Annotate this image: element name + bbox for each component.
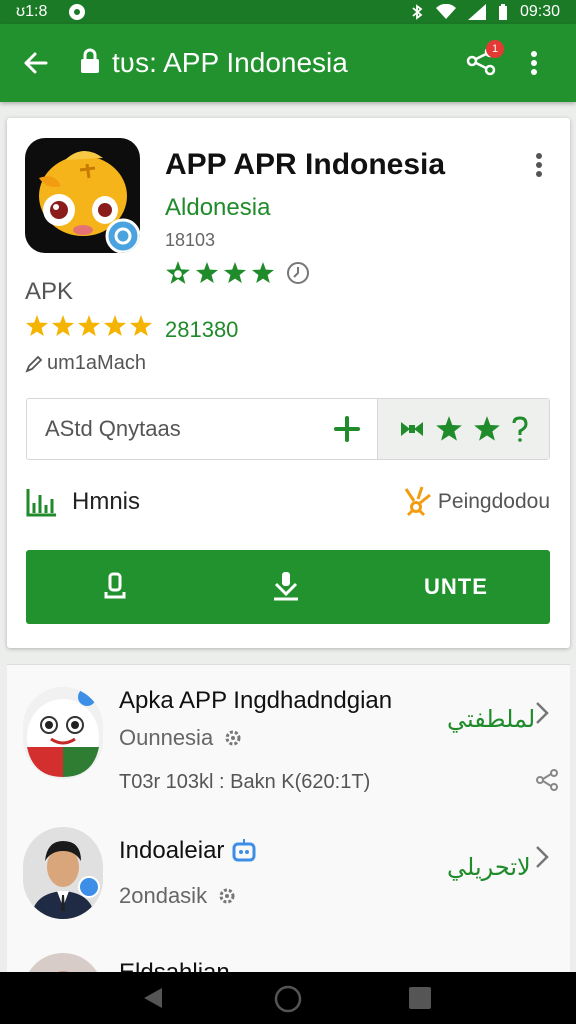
more-vert-icon [531, 51, 537, 75]
green-rating-stars [165, 260, 311, 286]
nav-back-icon[interactable] [142, 986, 164, 1010]
download-icon [274, 572, 298, 601]
nav-home-icon[interactable] [274, 985, 302, 1013]
share-outline-icon [536, 769, 558, 791]
system-nav-bar [0, 972, 576, 1024]
mascot-avatar-icon [23, 687, 103, 779]
app-icon [25, 138, 140, 253]
app-mascot-icon [39, 150, 140, 253]
install-button[interactable]: UNTE [26, 550, 550, 624]
list-item-arabic-label: لاتحريلي [447, 853, 531, 881]
list-item-title: Apka APP Ingdhadndgian [119, 687, 393, 714]
list-item-avatar [23, 687, 103, 779]
phone-download-icon [104, 572, 126, 599]
star-icon [26, 315, 48, 336]
star-icon [252, 262, 274, 283]
app-bar-title: tʋs: APP Indonesia [112, 47, 348, 78]
app-bar: tʋs: APP Indonesia 1 [0, 24, 576, 102]
meta-right-label: Peingdodou [437, 490, 550, 513]
gear-star-icon [166, 261, 190, 284]
related-apps-list: Apka APP Ingdhadndgian Ounnesia T03r 103… [7, 664, 570, 975]
star-icon [473, 416, 500, 441]
gear-icon [219, 888, 235, 904]
star-icon [52, 315, 74, 336]
app-detail-card: APP APR Indonesia Aldonesia 18103 APK 28… [7, 118, 570, 648]
list-item-title-row: Indoaleiar [119, 837, 258, 865]
bar-chart-icon [26, 489, 56, 517]
install-button-label: UNTE [424, 574, 488, 599]
list-item-subtitle-row: 2ondasik [119, 883, 237, 909]
status-time-right: 09:30 [519, 3, 560, 20]
clock-icon [287, 262, 309, 284]
star-icon [435, 416, 462, 441]
list-item-subtitle: 2ondasik [119, 883, 208, 908]
developer-name[interactable]: Aldonesia [165, 194, 270, 222]
list-item-subtitle: Ounnesia [119, 725, 214, 750]
list-item-meta: T03r 103kl : Bakn K(620:1T) [119, 771, 371, 793]
question-icon [512, 416, 528, 442]
action-left-label: AStd Qnytaas [45, 416, 181, 441]
apk-label: APK [25, 278, 74, 305]
action-row: AStd Qnytaas [26, 398, 550, 460]
list-item-avatar [23, 827, 103, 919]
developer-link[interactable]: Peingdodou [400, 485, 550, 519]
card-overflow-button[interactable] [535, 152, 543, 183]
gear-icon [225, 730, 241, 746]
list-item[interactable]: Eldsahlian [7, 935, 570, 975]
battery-icon [498, 4, 507, 20]
arrow-back-icon [24, 52, 48, 74]
user-rating-stars [25, 314, 153, 338]
notification-dot-icon [69, 4, 86, 20]
sparkle-icon [404, 486, 431, 517]
star-icon [78, 315, 100, 336]
bow-icon [400, 422, 423, 436]
uploader-name: um1aMach [47, 352, 146, 374]
star-icon [196, 262, 218, 283]
person-avatar-icon [23, 827, 103, 919]
meta-left-label: Hmnis [72, 488, 141, 515]
lock-icon [80, 48, 104, 79]
list-item-title: Indoaleiar [119, 837, 225, 864]
bluetooth-icon [412, 4, 423, 20]
star-icon [130, 315, 152, 336]
signal-icon [467, 4, 486, 20]
app-title: APP APR Indonesia [165, 148, 446, 181]
list-item[interactable]: Indoaleiar 2ondasik لاتحريلي [7, 815, 570, 935]
robot-icon [232, 839, 256, 862]
chevron-right-icon [536, 702, 549, 724]
nav-recents-icon[interactable] [408, 986, 432, 1010]
notification-badge: 1 [486, 40, 504, 58]
plus-icon [334, 416, 360, 442]
list-item-subtitle-row: Ounnesia [119, 725, 243, 751]
uploader-row: um1aMach [25, 352, 146, 375]
app-size: 18103 [165, 230, 216, 250]
more-vert-icon [536, 153, 542, 177]
star-icon [104, 315, 126, 336]
status-time-left: ʊ1:8 [16, 3, 48, 20]
chevron-right-icon [536, 846, 549, 868]
pencil-icon [25, 355, 43, 373]
overflow-menu-button[interactable] [530, 50, 538, 81]
add-to-list-button[interactable]: AStd Qnytaas [27, 399, 377, 459]
star-icon [224, 262, 246, 283]
rating-count: 281380 [165, 317, 239, 342]
back-button[interactable] [0, 51, 70, 75]
status-bar: ʊ1:8 09:30 [0, 0, 576, 24]
wifi-icon [435, 4, 456, 19]
meta-row: Hmnis Peingdodou [26, 482, 550, 522]
rate-app-button[interactable] [377, 399, 549, 459]
list-item[interactable]: Apka APP Ingdhadndgian Ounnesia T03r 103… [7, 665, 570, 815]
list-item-arabic-label: لملطفتي [447, 705, 536, 733]
